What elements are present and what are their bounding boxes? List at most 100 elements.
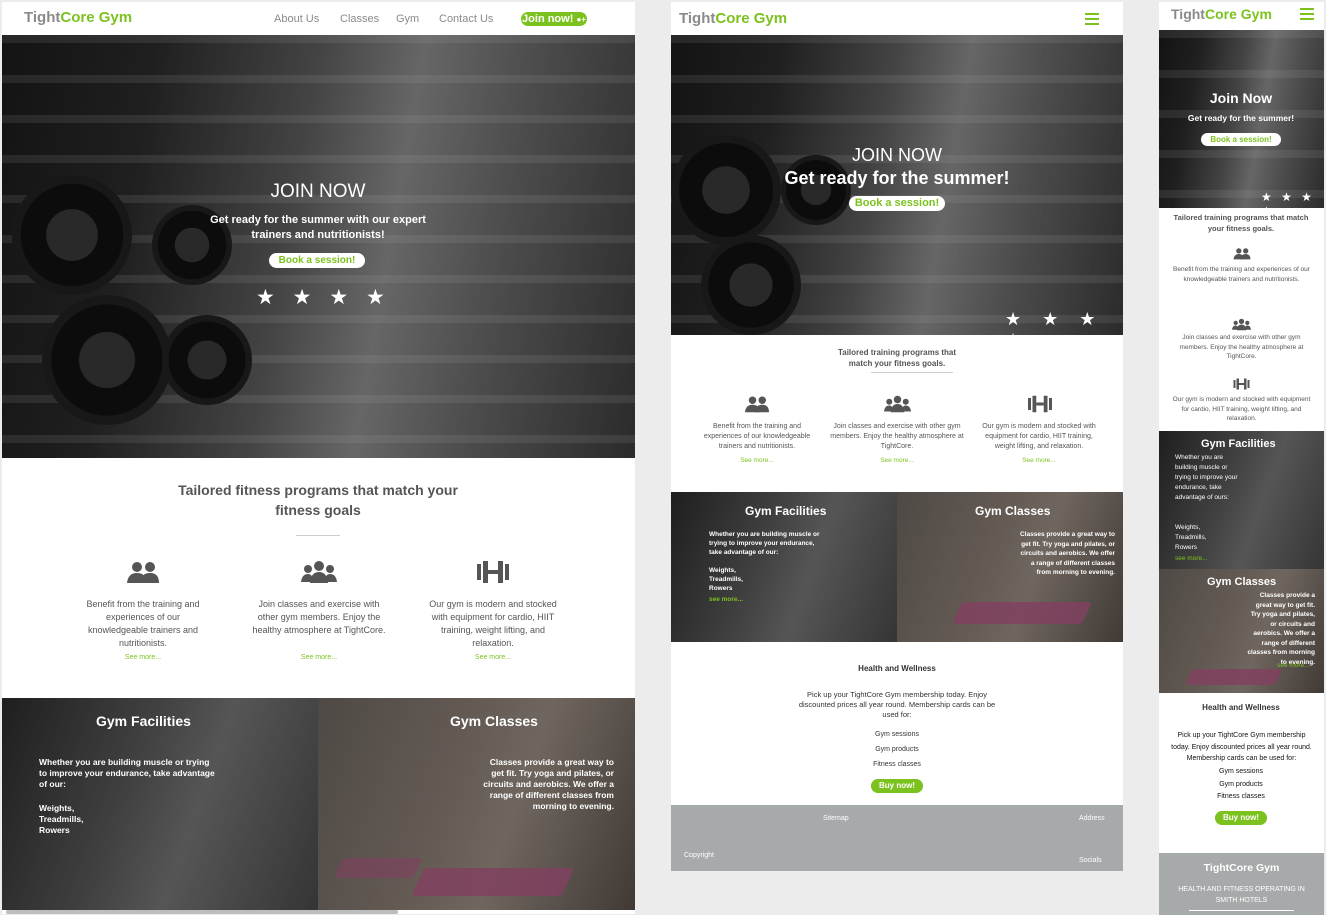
nav-classes[interactable]: Classes <box>340 13 379 25</box>
hero-banner: Join Now Get ready for the summer! Book … <box>1159 30 1324 218</box>
see-more-link[interactable]: see more... <box>709 596 743 603</box>
join-now-button[interactable]: Join now! ●+ <box>521 12 587 26</box>
see-more-link[interactable]: See more... <box>999 457 1079 464</box>
facilities-list: Weights, Treadmills, Rowers <box>709 567 743 592</box>
health-text: Pick up your TightCore Gym membership to… <box>798 690 996 719</box>
classes-text: Classes provide a great way to get fit. … <box>1019 531 1115 576</box>
classes-title: Gym Classes <box>975 504 1051 518</box>
health-title: Health and Wellness <box>1202 703 1280 712</box>
hero-title: Join Now <box>1209 90 1273 106</box>
footer-subtitle: HEALTH AND FITNESS OPERATING IN SMITH HO… <box>1178 886 1305 904</box>
hero-title: JOIN NOW <box>270 181 366 202</box>
logo[interactable]: TightCore Gym <box>679 10 787 27</box>
hero-subtitle: Get ready for the summer with our expert… <box>210 214 426 241</box>
horizontal-scrollbar[interactable] <box>6 910 398 914</box>
facilities-list: Weights, Treadmills, Rowers <box>39 803 84 835</box>
health-item: Fitness classes <box>1217 793 1265 800</box>
health-title: Health and Wellness <box>858 664 936 673</box>
logo[interactable]: TightCore Gym <box>24 9 132 26</box>
nav-contact-us[interactable]: Contact Us <box>439 13 493 25</box>
desktop-view: TightCore Gym About Us Classes Gym Conta… <box>2 2 635 914</box>
users-icon <box>1233 247 1251 260</box>
footer-sitemap-link[interactable]: Sitemap <box>823 815 849 822</box>
feature-text: Our gym is modern and stocked with equip… <box>982 423 1096 450</box>
classes-card[interactable]: Gym Classes Classes provide a great way … <box>318 698 635 910</box>
book-session-button[interactable]: Book a session! <box>269 253 365 268</box>
nav-gym[interactable]: Gym <box>396 13 419 25</box>
see-more-link[interactable]: see more... <box>1277 662 1310 669</box>
feature-text: Our gym is modern and stocked with equip… <box>1172 396 1311 422</box>
hero-banner: JOIN NOW Get ready for the summer! Book … <box>671 35 1123 350</box>
feature-text: Benefit from the training and experience… <box>1173 266 1310 283</box>
group-icon <box>1232 318 1251 331</box>
footer-divider <box>1189 910 1294 911</box>
group-icon <box>884 395 911 413</box>
hero-banner: JOIN NOW Get ready for the summer with o… <box>2 35 635 458</box>
facilities-title: Gym Facilities <box>1201 438 1276 450</box>
buy-now-button[interactable]: Buy now! <box>871 779 923 793</box>
classes-title: Gym Classes <box>1207 576 1277 588</box>
see-more-link[interactable]: see more... <box>1175 555 1208 562</box>
see-more-link[interactable]: See more... <box>857 457 937 464</box>
facilities-list: Weights, Treadmills, Rowers <box>1175 524 1207 551</box>
see-more-link[interactable]: See more... <box>717 457 797 464</box>
facilities-card[interactable]: Gym Facilities Whether you are building … <box>2 698 318 910</box>
rating-stars: ★ ★ ★ ★ <box>1005 309 1104 350</box>
facilities-text: Whether you are building muscle or tryin… <box>1175 454 1238 501</box>
logo[interactable]: TightCore Gym <box>1171 6 1272 22</box>
mobile-view: TightCore Gym Join Now Get ready for the… <box>1159 2 1324 915</box>
footer: TightCore Gym HEALTH AND FITNESS OPERATI… <box>1159 853 1324 915</box>
health-item: Gym products <box>875 746 919 753</box>
facilities-title: Gym Facilities <box>96 713 191 729</box>
facilities-card[interactable]: Gym Facilities Whether you are building … <box>1159 431 1324 569</box>
health-item: Fitness classes <box>873 761 921 768</box>
facilities-card[interactable]: Gym Facilities Whether you are building … <box>671 492 897 642</box>
rating-stars: ★ ★ ★ ★ <box>256 286 391 309</box>
hero-subtitle: Get ready for the summer! <box>1187 113 1295 123</box>
classes-title: Gym Classes <box>450 713 538 729</box>
classes-card[interactable]: Gym Classes Classes provide a great way … <box>897 492 1123 642</box>
nav-about-us[interactable]: About Us <box>274 13 319 25</box>
section-title: Tailored training programs that match yo… <box>1173 213 1309 233</box>
see-more-link[interactable]: See more... <box>453 654 533 661</box>
footer-title: TightCore Gym <box>1203 862 1280 874</box>
classes-text: Classes provide a great way to get fit. … <box>1247 592 1315 666</box>
feature-text: Join classes and exercise with other gym… <box>830 423 964 450</box>
footer: Sitemap Address Copyright Socials <box>671 805 1123 871</box>
hero-subtitle: Get ready for the summer! <box>784 168 1010 188</box>
hamburger-menu-icon[interactable] <box>1300 8 1314 23</box>
dumbbell-icon <box>1233 378 1250 390</box>
health-text: Pick up your TightCore Gym membership to… <box>1171 732 1312 762</box>
book-session-button[interactable]: Book a session! <box>849 196 945 211</box>
section-divider <box>296 535 340 536</box>
users-icon <box>744 395 770 413</box>
book-session-button[interactable]: Book a session! <box>1201 133 1281 146</box>
user-plus-icon: ●+ <box>576 15 586 24</box>
footer-address: Address <box>1079 815 1105 822</box>
health-item: Gym sessions <box>1219 768 1263 775</box>
feature-text: Benefit from the training and experience… <box>703 423 811 450</box>
see-more-link[interactable]: See more... <box>103 654 183 661</box>
feature-text: Join classes and exercise with other gym… <box>1179 334 1304 360</box>
health-item: Gym products <box>1219 781 1263 788</box>
facilities-text: Whether you are building muscle or tryin… <box>39 757 215 789</box>
classes-text: Classes provide a great way to get fit. … <box>483 757 614 811</box>
footer-socials[interactable]: Socials <box>1079 857 1102 864</box>
dumbbell-icon <box>476 560 510 584</box>
feature-text: Benefit from the training and experience… <box>86 599 200 648</box>
users-icon <box>126 560 160 584</box>
hero-overlay <box>2 35 635 458</box>
tablet-view: TightCore Gym JOIN NOW Get ready for the… <box>671 2 1123 871</box>
section-title: Tailored training programs that match yo… <box>837 348 957 368</box>
hamburger-menu-icon[interactable] <box>1085 13 1099 28</box>
see-more-link[interactable]: See more... <box>279 654 359 661</box>
facilities-text: Whether you are building muscle or tryin… <box>709 531 820 556</box>
feature-text: Join classes and exercise with other gym… <box>252 599 386 635</box>
dumbbell-icon <box>1027 395 1053 413</box>
facilities-title: Gym Facilities <box>745 504 827 518</box>
buy-now-button[interactable]: Buy now! <box>1215 811 1267 825</box>
group-icon <box>301 560 337 584</box>
feature-text: Our gym is modern and stocked with equip… <box>429 599 557 648</box>
classes-card[interactable]: Gym Classes Classes provide a great way … <box>1159 569 1324 693</box>
section-divider <box>871 372 953 373</box>
